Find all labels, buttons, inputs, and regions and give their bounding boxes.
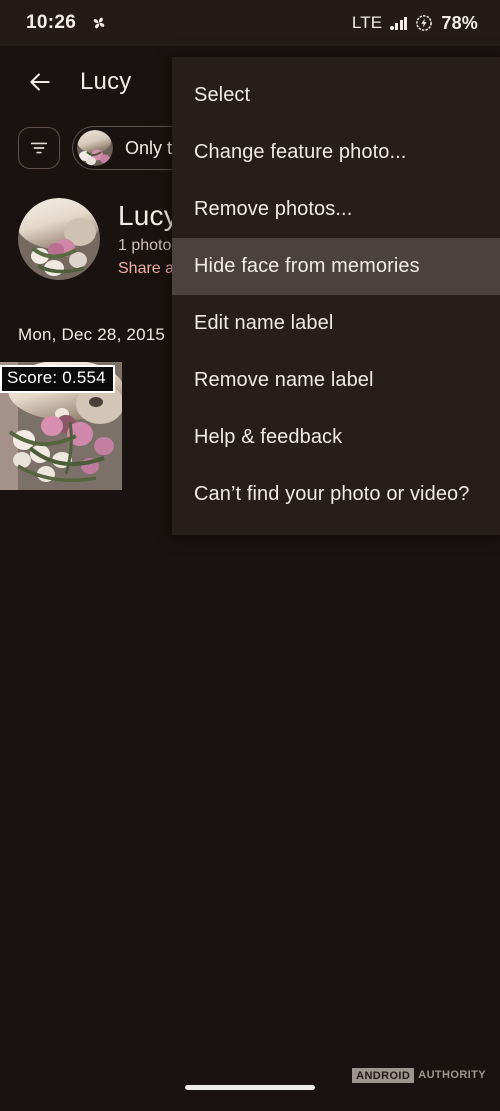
status-bar-clock: 10:26 [26, 12, 77, 33]
menu-item-cant-find-photo-or-video[interactable]: Can’t find your photo or video? [172, 466, 500, 523]
menu-item-remove-photos[interactable]: Remove photos... [172, 181, 500, 238]
page-title: Lucy [80, 68, 132, 95]
back-arrow-icon[interactable] [20, 62, 60, 102]
score-badge: Score: 0.554 [0, 365, 115, 393]
status-bar: 10:26 LTE 78% [0, 0, 500, 46]
signal-bars-icon [390, 16, 408, 30]
status-bar-left: 10:26 [26, 12, 108, 34]
profile-photo-count: 1 photo [118, 237, 172, 254]
profile-name: Lucy [118, 200, 178, 231]
battery-percent-label: 78% [441, 12, 478, 33]
watermark: ANDROID AUTHORITY [352, 1067, 486, 1083]
filter-tune-icon[interactable] [18, 127, 60, 169]
share-album-link[interactable]: Share a [118, 260, 178, 278]
network-type-label: LTE [351, 13, 383, 32]
home-indicator[interactable] [185, 1085, 315, 1090]
phone-screen: 10:26 LTE 78% Lucy Only the Lucy 1 photo… [0, 0, 500, 1111]
date-header: Mon, Dec 28, 2015 [18, 325, 166, 344]
menu-item-hide-face-from-memories[interactable]: Hide face from memories [172, 238, 500, 295]
watermark-suffix: AUTHORITY [418, 1069, 486, 1082]
battery-charging-icon [415, 14, 433, 32]
profile-avatar-icon[interactable] [18, 198, 100, 280]
face-avatar-icon [77, 130, 113, 166]
overflow-menu: Select Change feature photo... Remove ph… [172, 57, 500, 535]
profile-text-block: Lucy 1 photo Share a [118, 200, 178, 278]
menu-item-remove-name-label[interactable]: Remove name label [172, 352, 500, 409]
status-bar-right: LTE 78% [352, 13, 478, 34]
watermark-brand: ANDROID [352, 1067, 415, 1083]
menu-item-help-and-feedback[interactable]: Help & feedback [172, 409, 500, 466]
menu-item-select[interactable]: Select [172, 67, 500, 124]
photo-thumbnail[interactable]: Score: 0.554 [0, 362, 122, 490]
menu-item-change-feature-photo[interactable]: Change feature photo... [172, 124, 500, 181]
pinwheel-icon [90, 14, 108, 32]
menu-item-edit-name-label[interactable]: Edit name label [172, 295, 500, 352]
